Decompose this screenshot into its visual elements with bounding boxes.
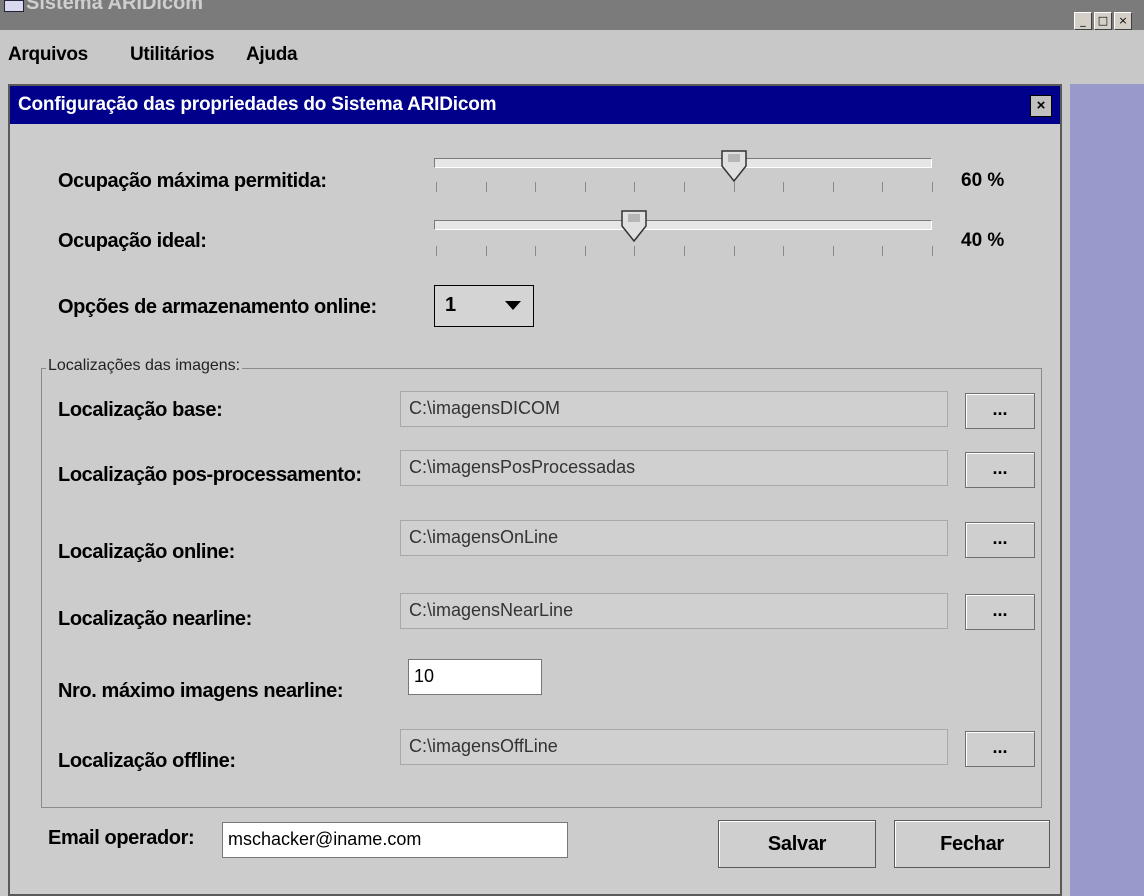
slider-tick <box>832 246 834 256</box>
max-occupancy-ticks <box>436 182 933 192</box>
max-nearline-label: Nro. máximo imagens nearline: <box>58 680 344 702</box>
slider-tick <box>535 246 537 256</box>
slider-tick <box>485 246 487 256</box>
menu-ajuda[interactable]: Ajuda <box>246 44 298 66</box>
maximize-button[interactable]: □ <box>1094 12 1112 30</box>
nearline-location-field[interactable]: C:\imagensNearLine <box>400 593 948 629</box>
post-location-label: Localização pos-processamento: <box>58 464 362 486</box>
slider-tick <box>832 182 834 192</box>
slider-tick <box>634 246 636 256</box>
email-label: Email operador: <box>48 827 195 849</box>
slider-tick <box>634 182 636 192</box>
slider-tick <box>684 246 685 256</box>
slider-tick <box>485 182 487 192</box>
online-location-browse-button[interactable]: ... <box>965 522 1035 558</box>
app-titlebar: Sistema ARIDicom _ □ × <box>0 0 1144 30</box>
app-title: Sistema ARIDicom <box>26 0 204 14</box>
ideal-occupancy-track[interactable] <box>434 220 932 230</box>
slider-tick <box>783 246 785 256</box>
storage-options-select[interactable]: 1 <box>434 285 534 327</box>
ideal-occupancy-value: 40 % <box>961 230 1005 251</box>
offline-location-browse-button[interactable]: ... <box>965 731 1035 767</box>
slider-tick <box>932 182 933 192</box>
dialog-close-icon[interactable]: × <box>1030 95 1052 117</box>
slider-tick <box>783 182 785 192</box>
window-close-button[interactable]: × <box>1114 12 1132 30</box>
minimize-button[interactable]: _ <box>1074 12 1092 30</box>
max-occupancy-slider-thumb[interactable] <box>720 150 747 182</box>
storage-options-value: 1 <box>445 294 457 316</box>
slider-tick <box>584 246 586 256</box>
max-occupancy-value: 60 % <box>961 170 1005 191</box>
email-input[interactable]: mschacker@iname.com <box>222 822 568 858</box>
ideal-occupancy-label: Ocupação ideal: <box>58 230 207 252</box>
slider-tick <box>535 182 537 192</box>
ideal-occupancy-slider-thumb[interactable] <box>621 210 648 242</box>
save-button[interactable]: Salvar <box>718 820 876 868</box>
config-dialog: Configuração das propriedades do Sistema… <box>8 84 1062 896</box>
chevron-down-icon <box>505 301 521 310</box>
dialog-title: Configuração das propriedades do Sistema… <box>18 94 497 115</box>
offline-location-label: Localização offline: <box>58 750 236 772</box>
desktop-background <box>1070 84 1144 896</box>
nearline-location-label: Localização nearline: <box>58 608 252 630</box>
slider-tick <box>733 182 735 192</box>
offline-location-field[interactable]: C:\imagensOffLine <box>400 729 948 765</box>
menu-arquivos[interactable]: Arquivos <box>8 44 88 66</box>
max-nearline-input[interactable]: 10 <box>408 659 542 695</box>
base-location-field[interactable]: C:\imagensDICOM <box>400 391 948 427</box>
slider-tick <box>733 246 735 256</box>
close-button[interactable]: Fechar <box>894 820 1050 868</box>
app-icon <box>4 0 24 12</box>
nearline-location-browse-button[interactable]: ... <box>965 594 1035 630</box>
online-location-field[interactable]: C:\imagensOnLine <box>400 520 948 556</box>
max-occupancy-track[interactable] <box>434 158 932 168</box>
ideal-occupancy-ticks <box>436 246 933 256</box>
menu-utilitarios[interactable]: Utilitários <box>130 44 215 66</box>
post-location-browse-button[interactable]: ... <box>965 452 1035 488</box>
menubar: Arquivos Utilitários Ajuda <box>0 40 1144 72</box>
max-occupancy-label: Ocupação máxima permitida: <box>58 170 327 192</box>
slider-tick <box>882 246 884 256</box>
slider-tick <box>584 182 586 192</box>
slider-tick <box>436 246 437 256</box>
locations-group-title: Localizações das imagens: <box>46 357 243 375</box>
slider-tick <box>436 182 437 192</box>
slider-tick <box>684 182 685 192</box>
dialog-titlebar: Configuração das propriedades do Sistema… <box>10 86 1060 124</box>
storage-options-label: Opções de armazenamento online: <box>58 296 377 318</box>
online-location-label: Localização online: <box>58 541 235 563</box>
slider-tick <box>882 182 884 192</box>
post-location-field[interactable]: C:\imagensPosProcessadas <box>400 450 948 486</box>
slider-tick <box>932 246 933 256</box>
base-location-browse-button[interactable]: ... <box>965 393 1035 429</box>
base-location-label: Localização base: <box>58 399 223 421</box>
